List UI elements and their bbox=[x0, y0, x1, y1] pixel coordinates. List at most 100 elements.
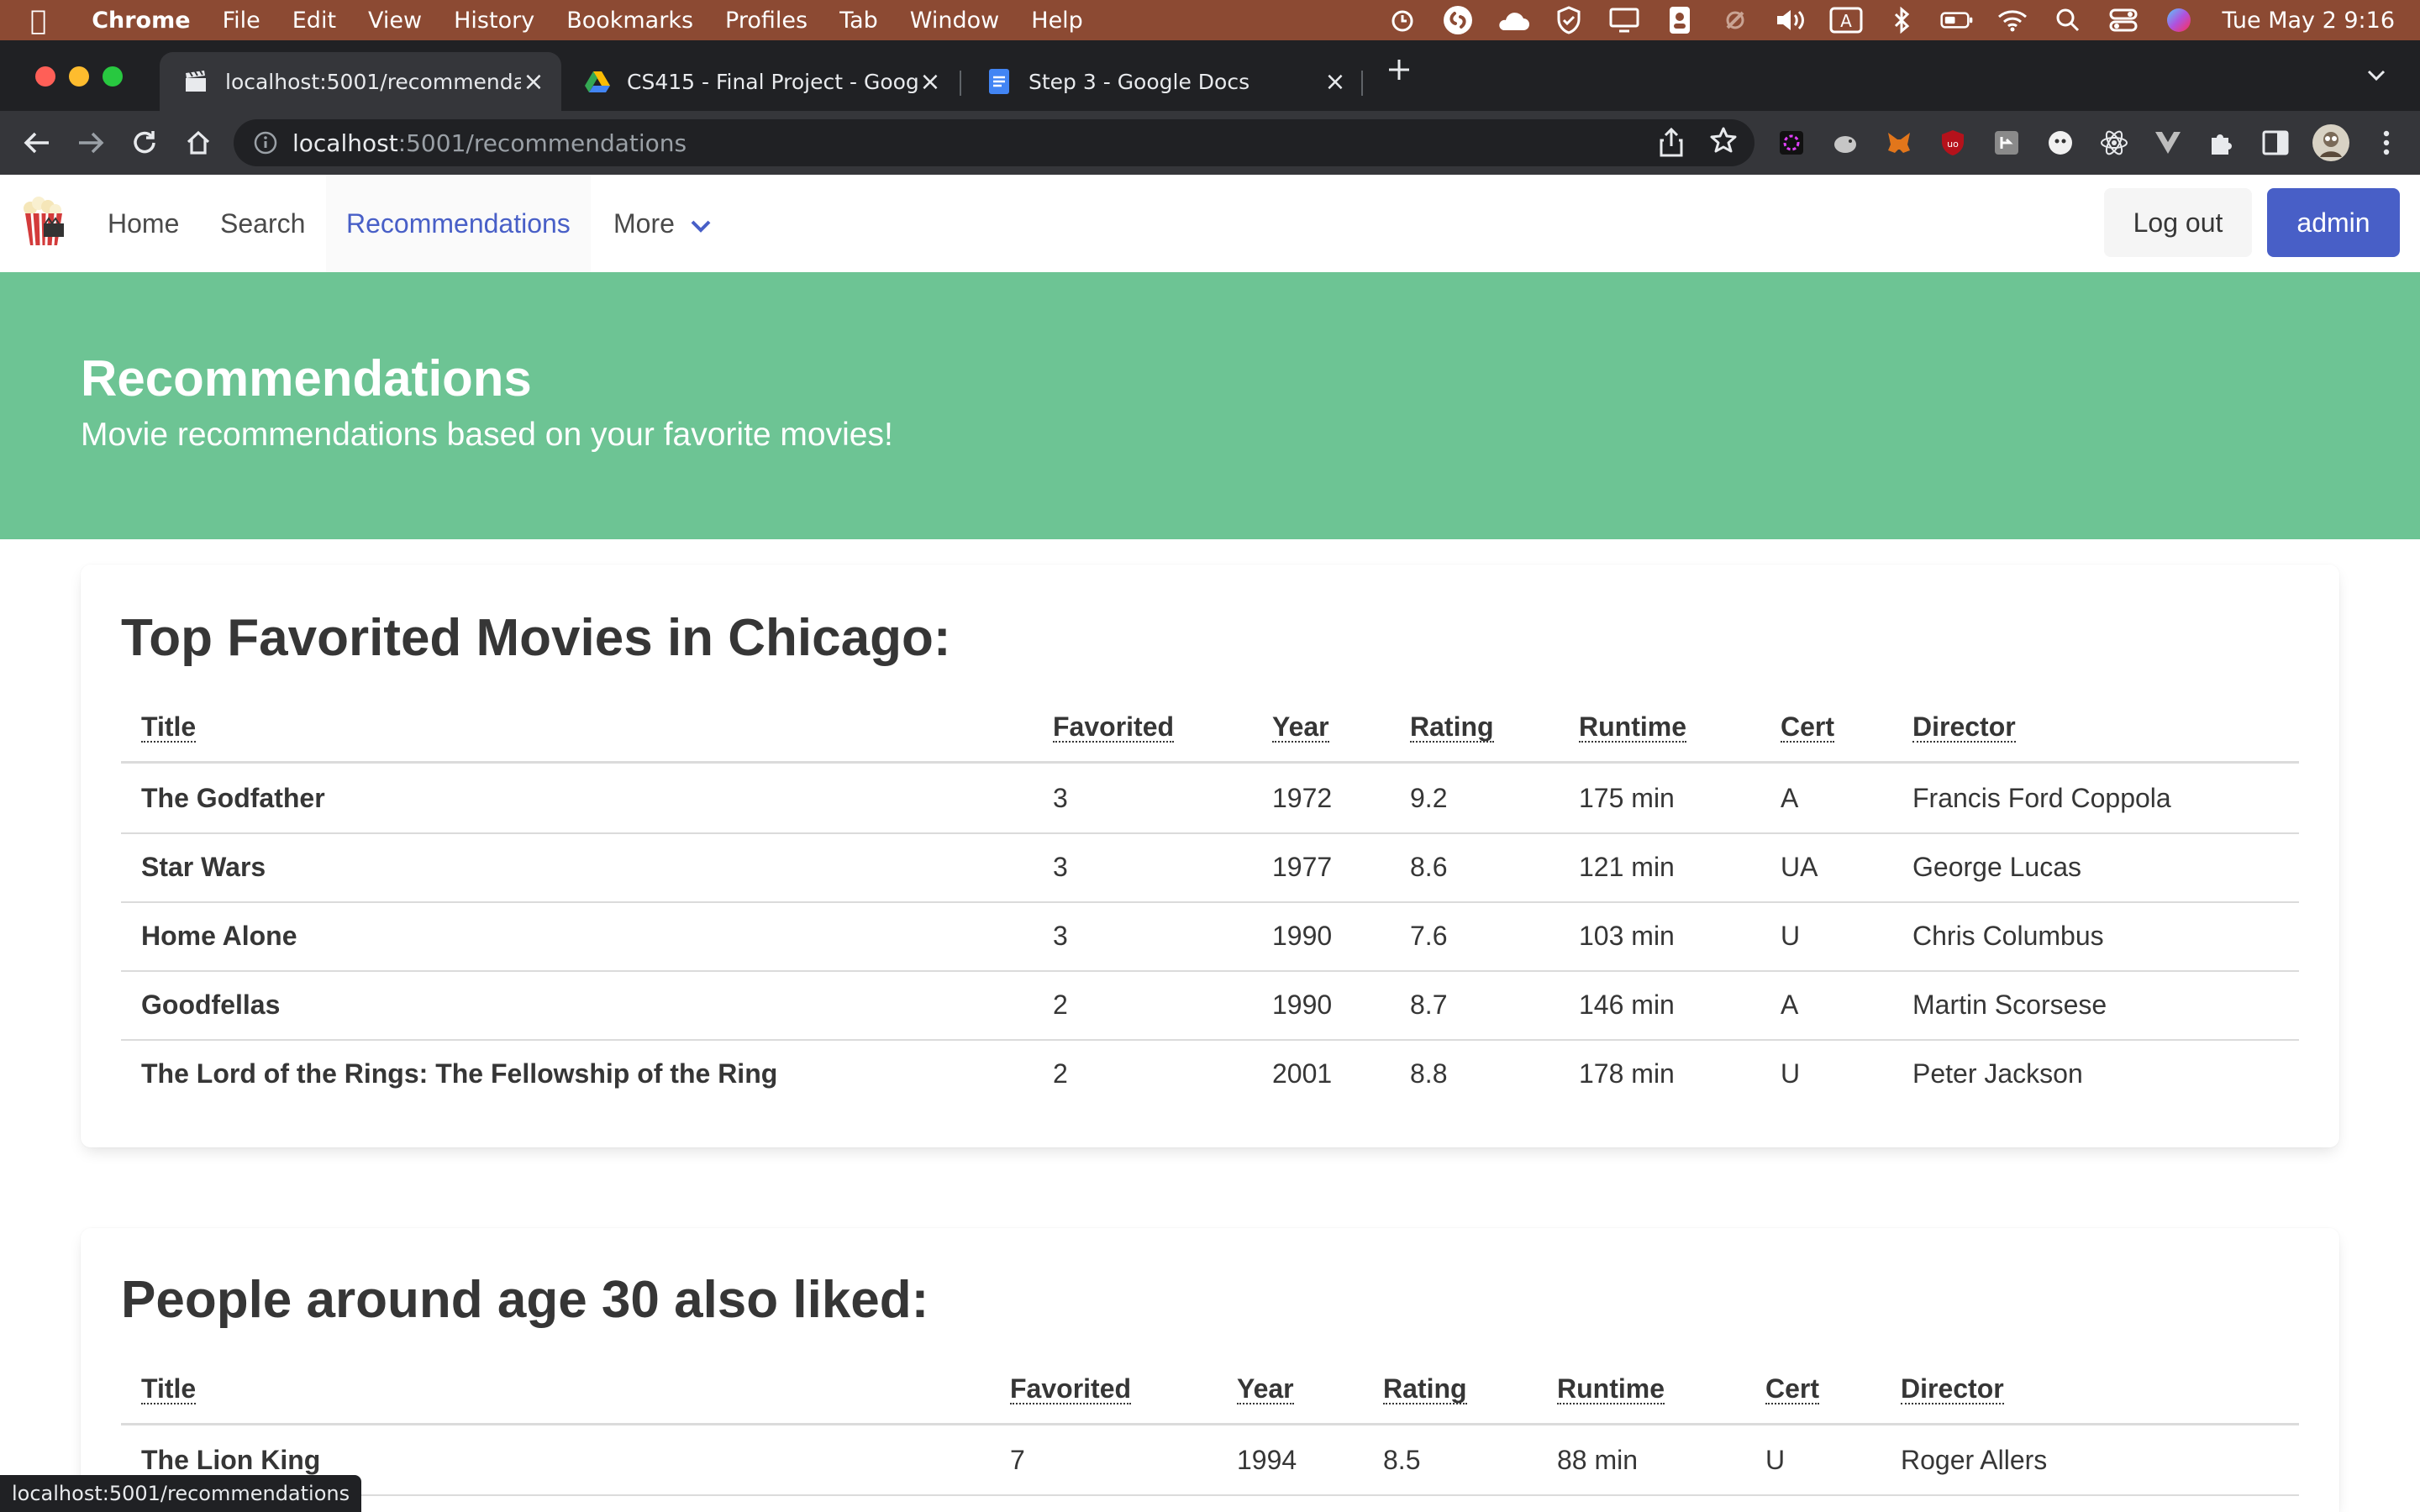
back-arrow-icon[interactable] bbox=[20, 126, 54, 160]
siri-icon[interactable] bbox=[2162, 6, 2196, 34]
bookmark-star-icon[interactable] bbox=[1709, 126, 1738, 158]
share-icon[interactable] bbox=[1659, 126, 1684, 158]
home-icon[interactable] bbox=[182, 126, 215, 160]
column-header-cert[interactable]: Cert bbox=[1781, 712, 1835, 743]
spotlight-icon[interactable] bbox=[2051, 6, 2085, 34]
shield-icon[interactable] bbox=[1552, 6, 1586, 34]
menu-help[interactable]: Help bbox=[1031, 8, 1083, 34]
tab-separator bbox=[1361, 71, 1363, 96]
battery-icon[interactable] bbox=[1939, 6, 1974, 34]
cell-favorited: 2 bbox=[1053, 1058, 1068, 1089]
nav-recommendations-link[interactable]: Recommendations bbox=[326, 175, 591, 272]
hero-banner: Recommendations Movie recommendations ba… bbox=[0, 272, 2420, 539]
menu-app-name[interactable]: Chrome bbox=[92, 8, 190, 34]
browser-tab-google-drive[interactable]: CS415 - Final Project - Google Drive × bbox=[561, 52, 958, 111]
shazam-icon[interactable] bbox=[1441, 6, 1475, 34]
profile-avatar[interactable] bbox=[2311, 123, 2351, 163]
cell-cert: A bbox=[1781, 783, 1799, 813]
close-icon[interactable]: × bbox=[1323, 67, 1348, 97]
window-minimize-button[interactable] bbox=[69, 66, 89, 87]
table-row[interactable]: Star Wars 3 1977 8.6 121 min UA George L… bbox=[121, 832, 2299, 903]
grey-tile-extension-icon[interactable] bbox=[1991, 128, 2022, 158]
window-close-button[interactable] bbox=[35, 66, 55, 87]
column-header-favorited[interactable]: Favorited bbox=[1010, 1374, 1132, 1404]
nav-search-link[interactable]: Search bbox=[200, 175, 325, 272]
popcorn-logo-icon[interactable] bbox=[20, 197, 67, 247]
browser-tab-recommendations[interactable]: localhost:5001/recommendations × bbox=[160, 52, 561, 111]
logout-button[interactable]: Log out bbox=[2104, 188, 2252, 257]
input-source-icon[interactable]: A bbox=[1829, 6, 1863, 34]
menu-tab[interactable]: Tab bbox=[839, 8, 878, 34]
bird-extension-icon[interactable] bbox=[1830, 128, 1860, 158]
nav-home-link[interactable]: Home bbox=[87, 175, 199, 272]
column-header-title[interactable]: Title bbox=[141, 1374, 197, 1404]
reload-icon[interactable] bbox=[128, 126, 161, 160]
forward-arrow-icon[interactable] bbox=[74, 126, 108, 160]
admin-account-button[interactable]: admin bbox=[2267, 188, 2400, 257]
ublock-shield-icon[interactable]: uo bbox=[1938, 128, 1968, 158]
cell-favorited: 3 bbox=[1053, 783, 1068, 813]
tab-label: localhost:5001/recommendations bbox=[225, 69, 521, 94]
link-status-bubble: localhost:5001/recommendations bbox=[0, 1475, 362, 1512]
tab-search-chevron-down-icon[interactable] bbox=[2366, 69, 2386, 82]
table-row[interactable]: The Lion King 7 1994 8.5 88 min U Roger … bbox=[121, 1425, 2299, 1496]
menu-window[interactable]: Window bbox=[910, 8, 999, 34]
column-header-rating[interactable]: Rating bbox=[1410, 712, 1494, 743]
volume-icon[interactable] bbox=[1774, 6, 1807, 34]
cell-director: Martin Scorsese bbox=[1912, 990, 2107, 1020]
timer-icon[interactable] bbox=[1386, 6, 1419, 34]
menu-edit[interactable]: Edit bbox=[292, 8, 336, 34]
side-panel-icon[interactable] bbox=[2260, 128, 2291, 158]
column-header-director[interactable]: Director bbox=[1912, 712, 2016, 743]
menu-file[interactable]: File bbox=[223, 8, 260, 34]
extensions-puzzle-icon[interactable] bbox=[2207, 128, 2237, 158]
react-devtools-icon[interactable] bbox=[2099, 128, 2129, 158]
ghost-extension-icon[interactable] bbox=[2045, 128, 2075, 158]
section-heading: People around age 30 also liked: bbox=[121, 1271, 929, 1329]
control-center-icon[interactable] bbox=[2107, 6, 2140, 34]
window-zoom-button[interactable] bbox=[103, 66, 123, 87]
cell-title: The Lord of the Rings: The Fellowship of… bbox=[141, 1058, 778, 1089]
column-header-cert[interactable]: Cert bbox=[1765, 1374, 1820, 1404]
vue-devtools-icon[interactable] bbox=[2153, 128, 2183, 158]
browser-tab-google-docs[interactable]: Step 3 - Google Docs × bbox=[963, 52, 1363, 111]
table-row[interactable]: The Godfather 3 1972 9.2 175 min A Franc… bbox=[121, 764, 2299, 834]
display-icon[interactable] bbox=[1607, 6, 1641, 34]
menu-profiles[interactable]: Profiles bbox=[725, 8, 808, 34]
cell-runtime: 88 min bbox=[1557, 1445, 1639, 1475]
site-info-icon[interactable] bbox=[254, 131, 277, 155]
column-header-runtime[interactable]: Runtime bbox=[1579, 712, 1686, 743]
close-icon[interactable]: × bbox=[521, 67, 546, 97]
column-header-director[interactable]: Director bbox=[1901, 1374, 2004, 1404]
table-row[interactable]: Goodfellas 2 1990 8.7 146 min A Martin S… bbox=[121, 970, 2299, 1041]
close-icon[interactable]: × bbox=[918, 67, 943, 97]
menu-history[interactable]: History bbox=[454, 8, 534, 34]
contact-icon[interactable] bbox=[1663, 6, 1697, 34]
more-vert-icon[interactable] bbox=[2371, 128, 2402, 158]
metamask-fox-icon[interactable] bbox=[1884, 128, 1914, 158]
chevron-down-icon bbox=[690, 218, 712, 234]
cell-rating: 9.2 bbox=[1410, 783, 1448, 813]
color-picker-extension-icon[interactable] bbox=[1776, 128, 1807, 158]
menubar-clock[interactable]: Tue May 2 9:16 bbox=[2223, 8, 2396, 34]
column-header-year[interactable]: Year bbox=[1272, 712, 1329, 743]
cloud-icon[interactable] bbox=[1497, 6, 1530, 34]
new-tab-plus-icon[interactable] bbox=[1386, 57, 1412, 82]
address-bar[interactable]: localhost:5001/recommendations bbox=[234, 119, 1754, 166]
column-header-runtime[interactable]: Runtime bbox=[1557, 1374, 1665, 1404]
cell-rating: 8.6 bbox=[1410, 852, 1448, 882]
table-row[interactable]: Home Alone 3 1990 7.6 103 min U Chris Co… bbox=[121, 901, 2299, 972]
apple-menu-icon[interactable]:  bbox=[30, 4, 46, 36]
menu-bookmarks[interactable]: Bookmarks bbox=[566, 8, 693, 34]
slash-icon[interactable] bbox=[1718, 6, 1752, 34]
nav-more-dropdown[interactable]: More bbox=[593, 175, 732, 272]
menu-view[interactable]: View bbox=[368, 8, 422, 34]
wifi-icon[interactable] bbox=[1996, 6, 2029, 34]
column-header-rating[interactable]: Rating bbox=[1383, 1374, 1467, 1404]
bluetooth-icon[interactable] bbox=[1885, 6, 1918, 34]
cell-year: 1977 bbox=[1272, 852, 1333, 882]
table-row[interactable]: The Lord of the Rings: The Fellowship of… bbox=[121, 1039, 2299, 1108]
column-header-title[interactable]: Title bbox=[141, 712, 197, 743]
column-header-favorited[interactable]: Favorited bbox=[1053, 712, 1175, 743]
column-header-year[interactable]: Year bbox=[1237, 1374, 1294, 1404]
